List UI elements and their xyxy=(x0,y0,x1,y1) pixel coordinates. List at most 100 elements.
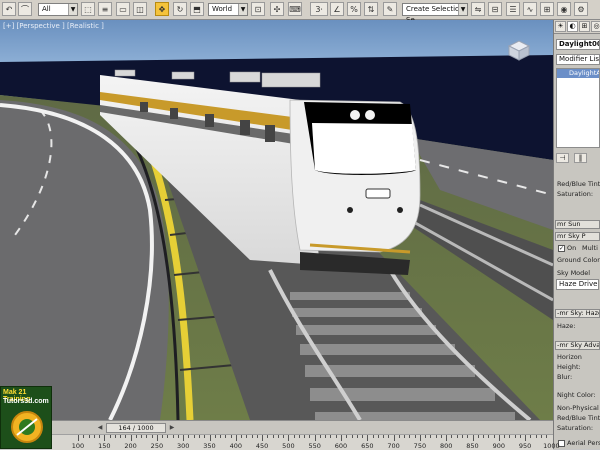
pivot-icon[interactable]: ⊡ xyxy=(251,2,265,16)
ruler-tick xyxy=(472,435,474,441)
ruler-tick xyxy=(267,435,269,438)
saturation-label: Saturation: xyxy=(557,190,594,198)
haze-label: Haze: xyxy=(557,322,576,330)
render-setup-icon[interactable]: ⚙ xyxy=(574,2,588,16)
command-panel-tabs: ☀ ◐ ⊞ ◎ xyxy=(554,20,600,34)
spinner-snap-icon[interactable]: ⇅ xyxy=(364,2,378,16)
modifier-list-dropdown[interactable]: Modifier List xyxy=(556,54,600,65)
ruler-tick xyxy=(256,435,258,438)
ruler-tick xyxy=(467,435,469,438)
training-logo: Mak 21 Training Tutors3d.com xyxy=(0,386,52,449)
selection-filter-value: All xyxy=(42,5,51,13)
show-end-result-icon[interactable]: ‖ xyxy=(574,153,587,163)
pin-stack-icon[interactable]: ⊣ xyxy=(556,153,569,163)
ruler-tick xyxy=(519,435,521,438)
ruler-tick xyxy=(135,435,137,438)
ruler-tick xyxy=(377,435,379,438)
main-toolbar: ↶ ⌒ All ▼ ⬚ ≡ ▭ ◫ ✥ ↻ ⬒ World ▼ ⊡ ✣ ⌨ 3 ⸱… xyxy=(0,0,600,24)
ground-color-label: Ground Color xyxy=(557,256,600,264)
angle-snap-icon[interactable]: ∠ xyxy=(330,2,344,16)
material-editor-icon[interactable]: ◉ xyxy=(557,2,571,16)
time-ruler[interactable]: 100 150 200 250 300 350 400 450 500 550 600 650 700 7… xyxy=(52,434,560,450)
edit-named-selection-icon[interactable]: ✎ xyxy=(383,2,397,16)
logo-emblem-icon xyxy=(11,411,43,443)
ruler-tick xyxy=(372,435,374,438)
named-selection-dropdown[interactable]: Create Selection Se ▼ xyxy=(402,3,468,24)
select-icon[interactable]: ⬚ xyxy=(81,2,95,16)
object-name-field[interactable]: Daylight001 xyxy=(556,39,600,50)
snap-toggle-icon[interactable]: 3 ⸱ xyxy=(310,2,328,16)
ruler-tick xyxy=(483,435,485,438)
logo-line-2: Tutors3d.com xyxy=(3,398,49,405)
ruler-tick xyxy=(398,435,400,438)
ruler-tick xyxy=(104,435,106,441)
rollout-mr-sky-advanced[interactable]: -mr Sky Advance xyxy=(555,341,600,350)
stack-item-daylight-assembly[interactable]: DaylightAss xyxy=(557,69,599,78)
tab-modify-icon[interactable]: ◐ xyxy=(567,21,578,32)
perspective-viewport[interactable]: [+] [Perspective ] [Realistic ] xyxy=(0,20,553,420)
ruler-tick xyxy=(156,435,158,441)
selection-filter-dropdown[interactable]: All ▼ xyxy=(38,3,78,16)
ruler-tick xyxy=(177,435,179,438)
red-blue-tint-label: Red/Blue Tint: xyxy=(557,180,600,188)
layers-icon[interactable]: ☰ xyxy=(506,2,520,16)
ruler-tick xyxy=(451,435,453,438)
snap-value: 3 xyxy=(315,4,321,14)
ruler-tick xyxy=(146,435,148,438)
ruler-tick xyxy=(193,435,195,438)
rotate-icon[interactable]: ↻ xyxy=(173,2,187,16)
link-icon[interactable]: ⌒ xyxy=(18,2,32,16)
viewport-label[interactable]: [+] [Perspective ] [Realistic ] xyxy=(3,22,104,30)
ruler-tick xyxy=(114,435,116,438)
ruler-tick xyxy=(346,435,348,438)
next-frame-icon[interactable]: ▶ xyxy=(168,424,176,432)
schematic-icon[interactable]: ⊞ xyxy=(540,2,554,16)
scale-icon[interactable]: ⬒ xyxy=(190,2,204,16)
chevron-down-icon: ▼ xyxy=(458,4,467,15)
ruler-tick xyxy=(488,435,490,438)
saturation-label-2: Saturation: xyxy=(557,424,594,432)
train-scene xyxy=(0,20,553,420)
window-crossing-icon[interactable]: ◫ xyxy=(133,2,147,16)
select-name-icon[interactable]: ≡ xyxy=(98,2,112,16)
ruler-tick xyxy=(388,435,390,438)
ruler-tick xyxy=(440,435,442,438)
ruler-tick xyxy=(540,435,542,438)
ruler-tick xyxy=(298,435,300,438)
ruler-tick xyxy=(277,435,279,438)
time-slider[interactable]: 164 / 1000 xyxy=(106,423,166,433)
undo-icon[interactable]: ↶ xyxy=(2,2,16,16)
ruler-tick xyxy=(446,435,448,441)
ruler-tick xyxy=(167,435,169,438)
reference-coord-dropdown[interactable]: World ▼ xyxy=(208,3,248,16)
mirror-icon[interactable]: ⇋ xyxy=(471,2,485,16)
sky-model-dropdown[interactable]: Haze Driven xyxy=(556,279,599,290)
rollout-mr-sky-params[interactable]: mr Sky P xyxy=(555,232,600,241)
on-checkbox[interactable]: ✓ xyxy=(558,245,565,252)
ruler-tick xyxy=(120,435,122,438)
ruler-tick xyxy=(272,435,274,438)
ruler-tick xyxy=(404,435,406,438)
ruler-tick xyxy=(209,435,211,441)
region-select-icon[interactable]: ▭ xyxy=(116,2,130,16)
tab-create-icon[interactable]: ☀ xyxy=(555,21,566,32)
blur-label: Blur: xyxy=(557,373,573,381)
ruler-tick xyxy=(356,435,358,438)
ruler-tick xyxy=(330,435,332,438)
tab-motion-icon[interactable]: ◎ xyxy=(591,21,600,32)
align-icon[interactable]: ⊟ xyxy=(488,2,502,16)
move-icon[interactable]: ✥ xyxy=(155,2,169,16)
ruler-tick xyxy=(430,435,432,438)
ruler-tick xyxy=(262,435,264,441)
prev-frame-icon[interactable]: ◀ xyxy=(96,424,104,432)
viewcube-icon[interactable] xyxy=(505,38,533,62)
tab-hierarchy-icon[interactable]: ⊞ xyxy=(579,21,590,32)
ruler-tick xyxy=(99,435,101,438)
select-manipulate-icon[interactable]: ✣ xyxy=(270,2,284,16)
keyboard-shortcut-icon[interactable]: ⌨ xyxy=(288,2,302,16)
rollout-mr-sky-haze[interactable]: -mr Sky: Haze D xyxy=(555,309,600,318)
rollout-mr-sun[interactable]: mr Sun xyxy=(555,220,600,229)
red-blue-tint-label-2: Red/Blue Tint: xyxy=(557,414,600,422)
percent-snap-icon[interactable]: % xyxy=(347,2,361,16)
curve-editor-icon[interactable]: ∿ xyxy=(523,2,537,16)
